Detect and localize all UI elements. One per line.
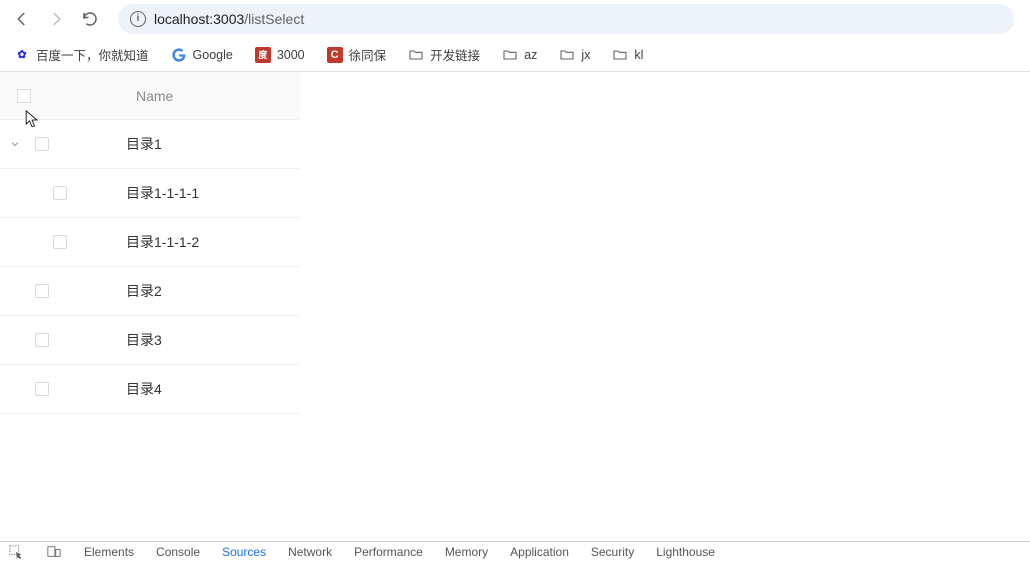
row-checkbox[interactable] <box>35 137 49 151</box>
devtools-tab-console[interactable]: Console <box>156 545 200 559</box>
devtools-tabbar: Elements Console Sources Network Perform… <box>0 541 1030 561</box>
bookmark-xutongbao[interactable]: C 徐同保 <box>323 43 391 66</box>
xtb-icon: C <box>327 47 343 63</box>
row-label: 目录1-1-1-1 <box>126 183 199 203</box>
devtools-tab-memory[interactable]: Memory <box>445 545 488 559</box>
bookmark-label: 百度一下，你就知道 <box>36 45 149 64</box>
column-header-name[interactable]: Name <box>136 88 173 104</box>
bookmark-folder-jx[interactable]: jx <box>555 45 594 65</box>
row-label: 目录3 <box>126 330 162 350</box>
devtools-tab-elements[interactable]: Elements <box>84 545 134 559</box>
devtools-tab-lighthouse[interactable]: Lighthouse <box>656 545 715 559</box>
bookmark-folder-devlinks[interactable]: 开发链接 <box>404 43 484 66</box>
bookmark-baidu[interactable]: ✿ 百度一下，你就知道 <box>10 43 153 66</box>
table-header: Name <box>0 72 300 120</box>
row-checkbox[interactable] <box>35 333 49 347</box>
address-bar[interactable]: i localhost:3003/listSelect <box>118 4 1014 34</box>
bookmark-label: az <box>524 48 537 62</box>
devtools-device-icon[interactable] <box>46 544 62 560</box>
row-label: 目录1-1-1-2 <box>126 232 199 252</box>
nav-forward-button[interactable] <box>42 5 70 33</box>
devtools-tab-performance[interactable]: Performance <box>354 545 423 559</box>
row-label: 目录4 <box>126 379 162 399</box>
reload-icon <box>81 10 99 28</box>
red-3000-icon: 度 <box>255 47 271 63</box>
devtools-inspect-icon[interactable] <box>8 544 24 560</box>
bookmark-folder-kl[interactable]: kl <box>608 45 647 65</box>
devtools-tab-application[interactable]: Application <box>510 545 569 559</box>
row-checkbox[interactable] <box>53 235 67 249</box>
row-label: 目录2 <box>126 281 162 301</box>
reload-button[interactable] <box>76 5 104 33</box>
folder-icon <box>612 47 628 63</box>
bookmark-label: kl <box>634 48 643 62</box>
tree-row[interactable]: 目录1-1-1-1 <box>0 169 300 218</box>
bookmark-3000[interactable]: 度 3000 <box>251 45 309 65</box>
nav-back-button[interactable] <box>8 5 36 33</box>
select-all-checkbox[interactable] <box>17 89 31 103</box>
bookmark-folder-az[interactable]: az <box>498 45 541 65</box>
bookmark-google[interactable]: Google <box>167 45 237 65</box>
devtools-tab-sources[interactable]: Sources <box>222 545 266 559</box>
baidu-icon: ✿ <box>14 47 30 63</box>
bookmark-label: 徐同保 <box>349 45 387 64</box>
bookmark-label: jx <box>581 48 590 62</box>
page-content: Name 目录1 目录1-1-1-1 目录1-1-1-2 目录2 目录3 目录4 <box>0 72 1030 414</box>
folder-icon <box>559 47 575 63</box>
header-checkbox-col <box>12 89 36 103</box>
row-checkbox[interactable] <box>53 186 67 200</box>
bookmarks-bar: ✿ 百度一下，你就知道 Google 度 3000 C 徐同保 开发链接 az … <box>0 38 1030 72</box>
site-info-icon[interactable]: i <box>130 11 146 27</box>
expand-toggle[interactable] <box>0 138 30 150</box>
devtools-tab-security[interactable]: Security <box>591 545 634 559</box>
bookmark-label: 3000 <box>277 48 305 62</box>
folder-icon <box>502 47 518 63</box>
tree-row[interactable]: 目录1 <box>0 120 300 169</box>
bookmark-label: Google <box>193 48 233 62</box>
row-checkbox[interactable] <box>35 284 49 298</box>
tree-row[interactable]: 目录2 <box>0 267 300 316</box>
arrow-left-icon <box>13 10 31 28</box>
bookmark-label: 开发链接 <box>430 45 480 64</box>
devtools-tab-network[interactable]: Network <box>288 545 332 559</box>
tree-row[interactable]: 目录3 <box>0 316 300 365</box>
tree-row[interactable]: 目录4 <box>0 365 300 414</box>
google-icon <box>171 47 187 63</box>
tree-row[interactable]: 目录1-1-1-2 <box>0 218 300 267</box>
address-text: localhost:3003/listSelect <box>154 11 304 27</box>
chevron-down-icon <box>9 138 21 150</box>
folder-icon <box>408 47 424 63</box>
arrow-right-icon <box>47 10 65 28</box>
browser-toolbar: i localhost:3003/listSelect <box>0 0 1030 38</box>
row-checkbox[interactable] <box>35 382 49 396</box>
row-label: 目录1 <box>126 134 162 154</box>
